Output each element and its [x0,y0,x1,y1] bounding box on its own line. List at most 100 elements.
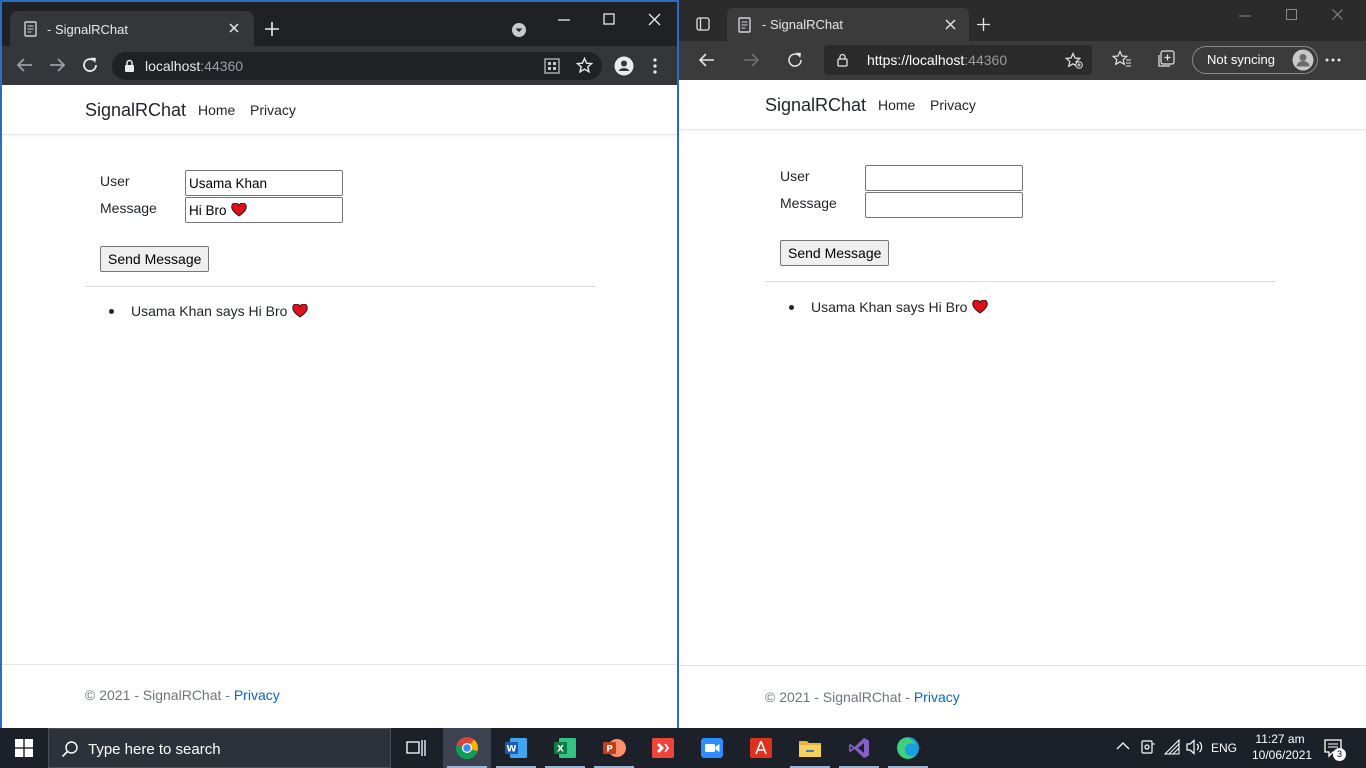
wifi-icon[interactable] [1164,739,1182,755]
footer: © 2021 - SignalRChat - Privacy [85,687,280,703]
clock-time: 11:27 am [1255,732,1305,746]
message-text: Usama Khan says Hi Bro [811,299,968,315]
collections-icon[interactable] [1156,50,1175,69]
volume-icon[interactable] [1186,739,1204,755]
chrome-tab[interactable]: - SignalRChat [10,11,254,46]
lock-icon [124,59,135,73]
brand-link[interactable]: SignalRChat [85,100,186,121]
close-window-icon[interactable] [648,13,661,26]
nav-home[interactable]: Home [198,102,235,118]
chrome-tabstrip: - SignalRChat [2,2,677,46]
taskbar-search[interactable]: Type here to search [48,728,391,768]
back-icon[interactable] [698,52,716,68]
favorites-icon[interactable] [1112,50,1132,69]
language-indicator[interactable]: ENG [1211,741,1237,755]
device-icon[interactable] [1140,739,1156,755]
heart-emoji-icon [292,304,309,318]
tab-actions-icon[interactable] [696,17,710,31]
taskbar-visual-studio[interactable] [835,728,883,768]
user-input[interactable] [865,165,1023,191]
nav-privacy[interactable]: Privacy [250,102,296,118]
message-list-item: Usama Khan says Hi Bro [109,303,309,319]
menu-dots-icon[interactable] [652,58,658,74]
taskbar-excel[interactable]: X [541,728,589,768]
add-favorite-icon[interactable] [1065,52,1083,69]
user-input[interactable]: Usama Khan [185,170,343,196]
close-tab-icon[interactable] [228,22,240,34]
task-view-button[interactable] [392,728,440,768]
message-input[interactable] [865,192,1023,218]
taskbar-anydesk[interactable] [639,728,687,768]
new-tab-icon[interactable] [976,17,991,32]
taskbar-word[interactable]: W [492,728,540,768]
message-label: Message [780,195,837,211]
taskbar-chrome[interactable] [443,728,491,768]
word-icon: W [505,738,527,758]
bullet [109,308,114,314]
sync-label: Not syncing [1207,52,1275,67]
svg-text:X: X [557,745,564,755]
file-explorer-icon [799,741,821,757]
footer-privacy-link[interactable]: Privacy [914,689,960,705]
brand-link[interactable]: SignalRChat [765,95,866,116]
navbar: SignalRChat Home Privacy [2,85,677,135]
edge-window: - SignalRChat https://localhost:44360 No… [679,0,1366,728]
profile-icon[interactable] [614,56,634,76]
forward-icon[interactable] [742,52,760,68]
avatar [1292,49,1314,71]
reload-icon[interactable] [81,56,99,74]
close-window-icon[interactable] [1332,9,1343,20]
nav-privacy[interactable]: Privacy [930,97,976,113]
close-tab-icon[interactable] [945,19,956,30]
taskbar-edge[interactable] [884,728,932,768]
excel-icon: X [554,738,576,758]
apps-grid-icon[interactable] [544,58,560,74]
reload-icon[interactable] [786,51,804,69]
minimize-icon[interactable] [1239,14,1251,18]
message-label: Message [100,200,157,216]
user-input-value: Usama Khan [189,175,268,191]
notifications-icon[interactable]: 3 [1323,738,1346,761]
footer-copyright: © 2021 - SignalRChat - [85,687,234,703]
address-bar[interactable]: localhost:44360 [112,52,602,80]
settings-more-icon[interactable] [1325,58,1341,62]
svg-text:P: P [606,745,613,755]
taskbar-acrobat[interactable] [737,728,785,768]
maximize-icon[interactable] [1286,9,1297,20]
heart-emoji-icon [972,300,989,314]
bookmark-star-icon[interactable] [576,57,593,74]
minimize-icon[interactable] [557,16,571,26]
taskbar-zoom[interactable] [688,728,736,768]
footer-copyright: © 2021 - SignalRChat - [765,689,914,705]
address-bar[interactable]: https://localhost:44360 [824,45,1092,75]
taskbar-powerpoint[interactable]: P [590,728,638,768]
tab-search-icon[interactable] [511,22,527,38]
powerpoint-icon: P [603,739,626,757]
message-input[interactable]: Hi Bro [185,197,343,223]
new-tab-icon[interactable] [264,21,280,37]
url-text: localhost:44360 [145,58,244,74]
chrome-icon [456,737,478,760]
clock-date: 10/06/2021 [1252,748,1313,762]
start-button[interactable] [0,728,48,768]
forward-icon[interactable] [48,57,66,73]
back-icon[interactable] [16,57,34,73]
nav-home[interactable]: Home [878,97,915,113]
footer-privacy-link[interactable]: Privacy [234,687,280,703]
edge-tab[interactable]: - SignalRChat [727,8,969,41]
footer-divider [2,664,677,665]
message-text: Usama Khan says Hi Bro [131,303,288,319]
send-message-button[interactable]: Send Message [100,246,210,272]
show-hidden-icons-icon[interactable] [1116,741,1130,751]
taskbar-file-explorer[interactable] [786,728,834,768]
chrome-window: - SignalRChat localhost:44360 SignalRCha… [0,0,679,728]
maximize-icon[interactable] [603,13,615,25]
svg-text:W: W [507,745,517,755]
clock[interactable]: 11:27 am 10/06/2021 [1252,732,1313,762]
url-text: https://localhost:44360 [867,52,1008,68]
user-label: User [780,168,810,184]
message-input-value: Hi Bro [189,202,227,218]
tab-title: - SignalRChat [47,22,128,37]
send-message-button[interactable]: Send Message [780,240,890,266]
profile-sync-button[interactable]: Not syncing [1192,46,1318,74]
